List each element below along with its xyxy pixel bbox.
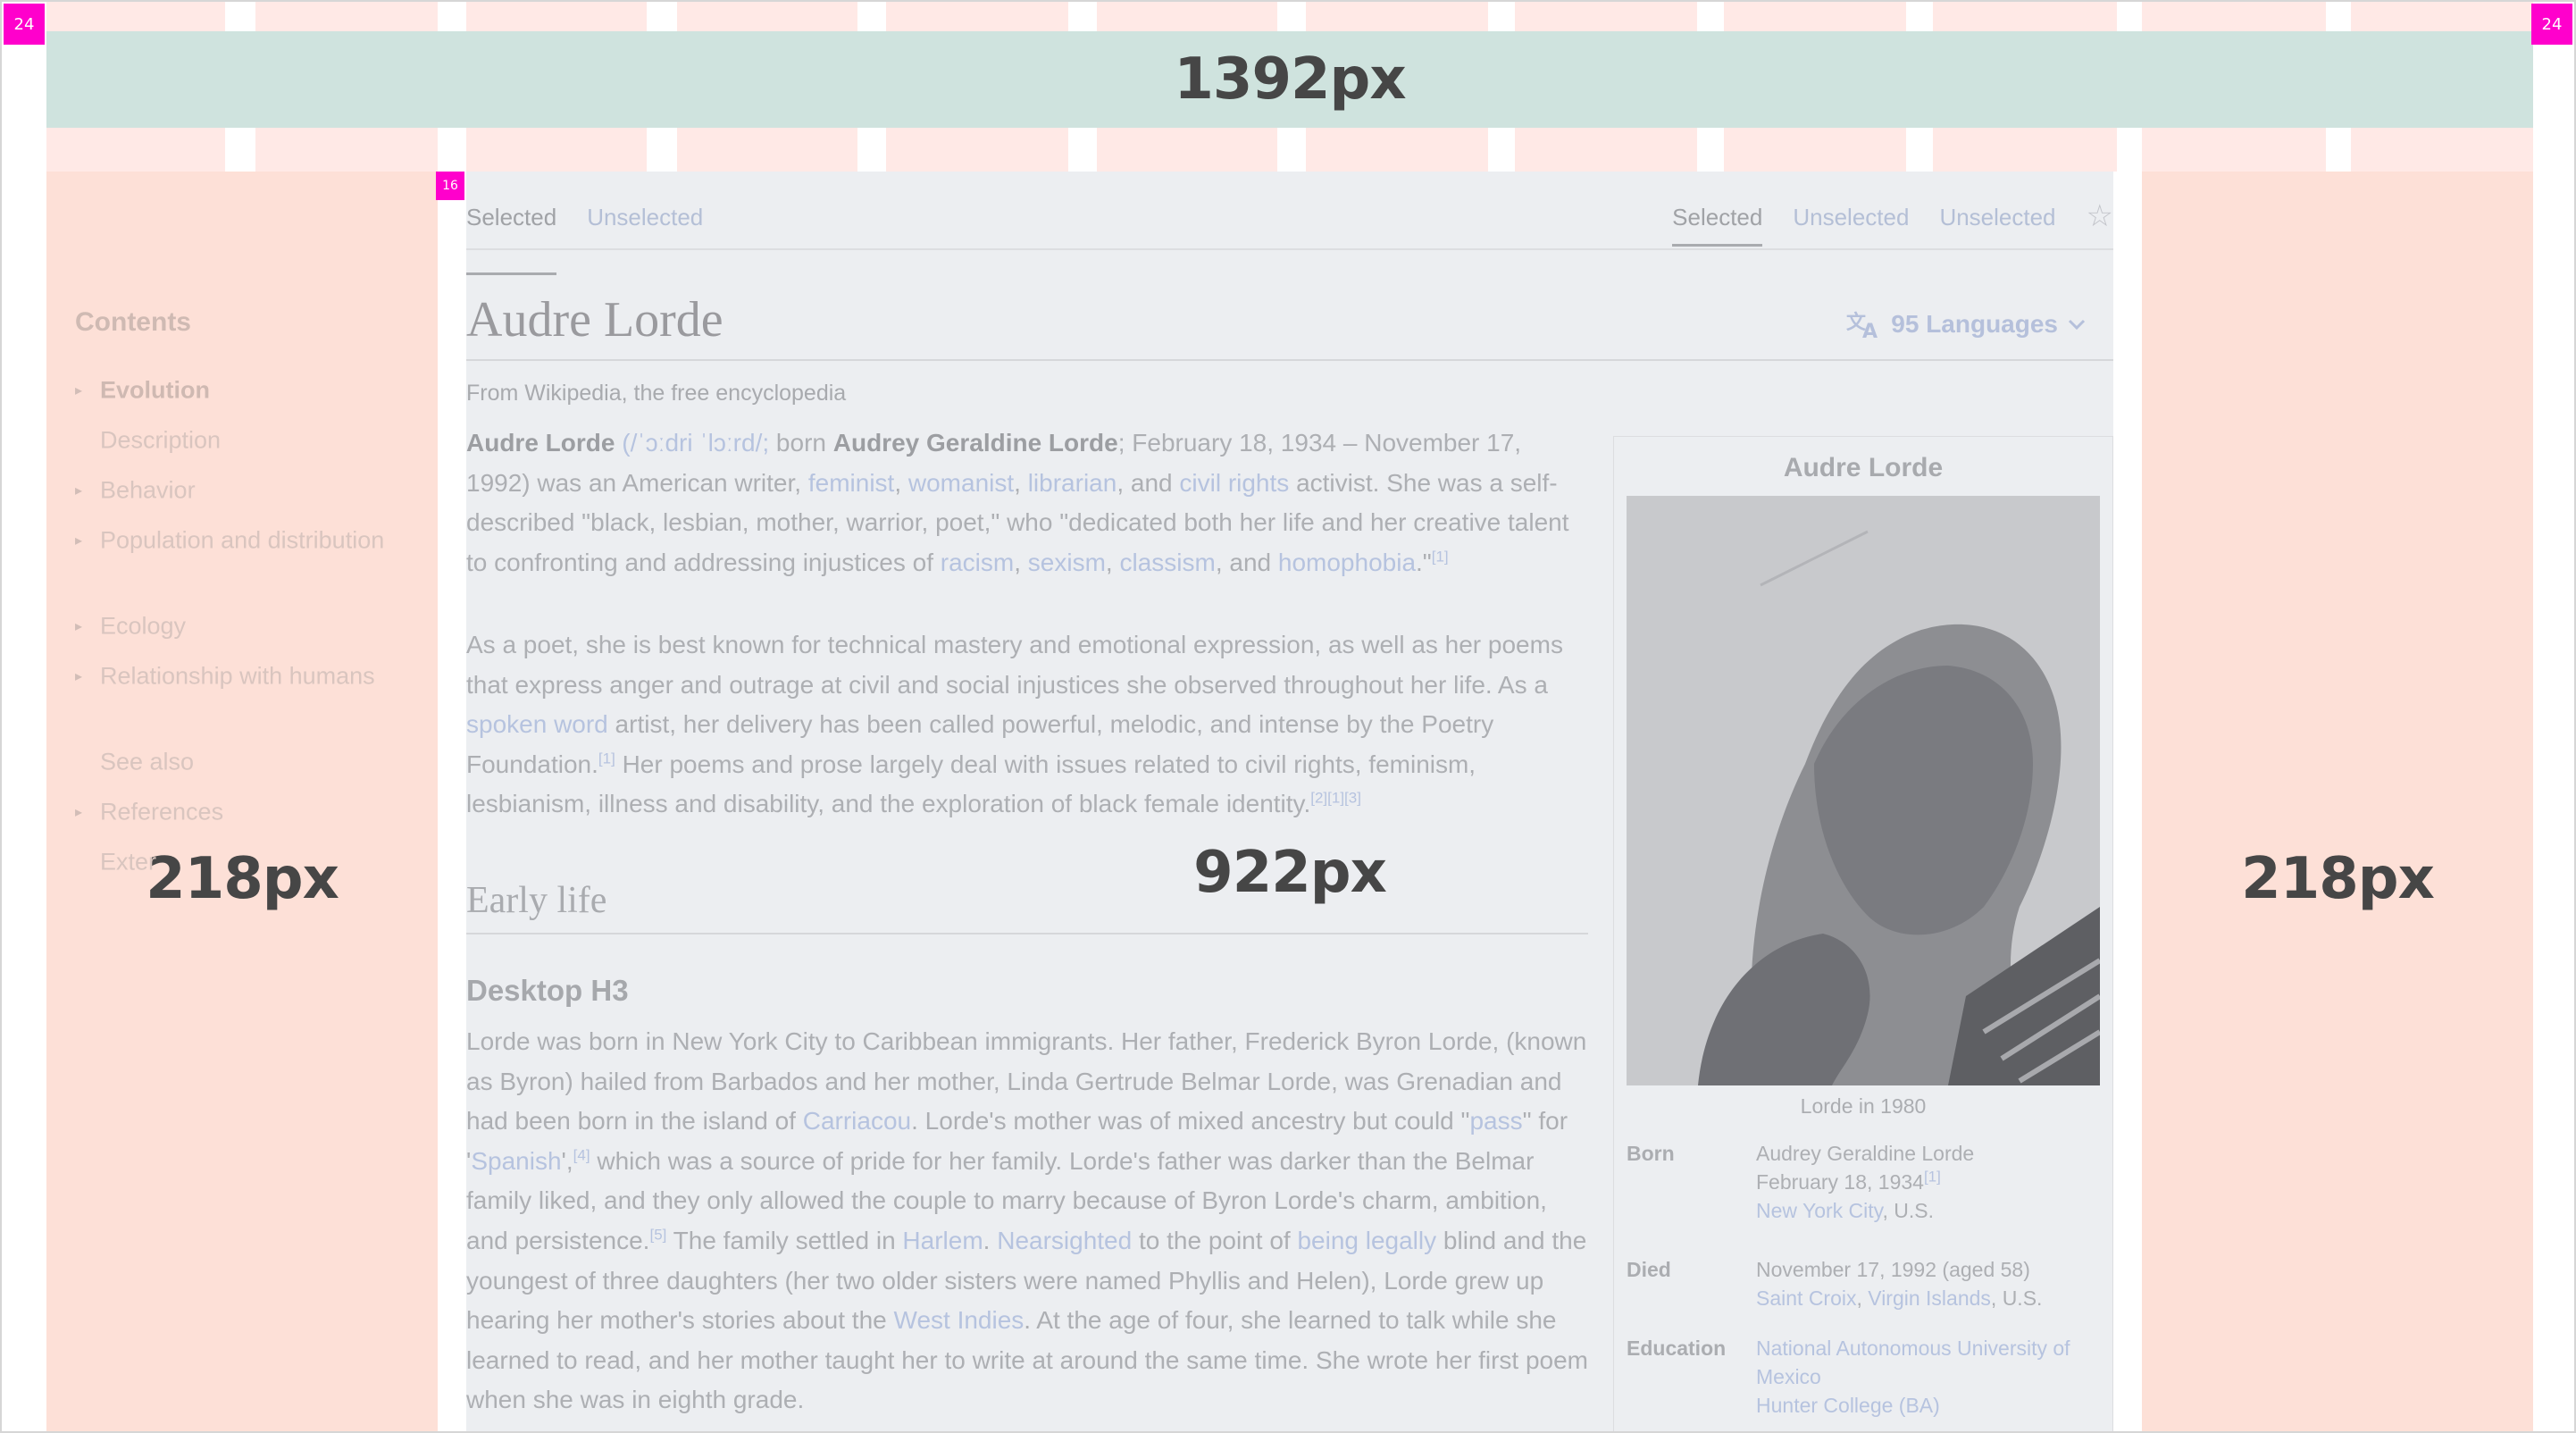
tab-unselected-right-2[interactable]: Unselected [1939,204,2055,244]
toc-title: Contents [75,307,191,337]
toc-item-references[interactable]: ▸ References [75,797,223,825]
tab-selected-right[interactable]: Selected [1672,204,1763,247]
lead-paragraph-2: As a poet, she is best known for technic… [466,631,1563,818]
content-width-label: 1392px [1174,46,1406,113]
main-column: Selected Unselected Selected Unselected … [466,172,2113,1431]
toc-item-evolution[interactable]: ▸ Evolution [75,375,210,404]
tagline: From Wikipedia, the free encyclopedia [466,381,847,406]
link-pass[interactable]: pass [1469,1107,1522,1135]
reference-link[interactable]: [5] [649,1227,666,1244]
link-carriacou[interactable]: Carriacou [803,1107,911,1135]
infobox-row-born: Born Audrey Geraldine Lorde February 18,… [1627,1139,2100,1228]
chevron-right-icon[interactable]: ▸ [75,667,100,685]
link-unam[interactable]: National Autonomous University of Mexico [1756,1334,2100,1391]
infobox-row-died: Died November 17, 1992 (aged 58) Saint C… [1627,1255,2100,1318]
died-label: Died [1627,1258,1671,1281]
ipa-link[interactable]: (/ˈɔːdri ˈlɔːrd/; [622,429,769,457]
content-width-bar: 1392px [46,31,2533,128]
reference-link[interactable]: [4] [573,1146,590,1163]
link-womanist[interactable]: womanist [908,469,1014,497]
section-divider [466,933,1588,934]
view-tabs: Selected Unselected Unselected ☆ [1672,199,2113,275]
toc-item-see-also[interactable]: See also [75,747,194,775]
chevron-down-icon [2068,319,2086,331]
tabs-divider [466,248,2113,250]
chevron-right-icon[interactable]: ▸ [75,617,100,635]
translate-icon: 文A [1846,311,1878,339]
link-librarian[interactable]: librarian [1028,469,1117,497]
margin-marker-left: 24 [4,4,45,45]
reference-link[interactable]: [1] [598,750,615,767]
tab-unselected-right-1[interactable]: Unselected [1793,204,1909,244]
page-title: Audre Lorde [466,292,723,348]
chevron-right-icon[interactable]: ▸ [75,482,100,499]
chevron-right-icon[interactable]: ▸ [75,532,100,549]
toc-item-description[interactable]: Description [75,425,221,454]
reference-link[interactable]: [1] [1924,1168,1941,1185]
reference-link[interactable]: [1] [1432,548,1449,565]
portrait-image [1627,496,2100,1085]
born-value: Audrey Geraldine Lorde February 18, 1934… [1756,1142,1975,1222]
svg-text:A: A [1862,321,1878,339]
main-column-label: 922px [1193,840,1387,906]
gutter-marker: 16 [436,172,464,200]
language-button[interactable]: 文A 95 Languages [1846,309,2087,339]
star-icon[interactable]: ☆ [2087,198,2113,234]
tab-selected-left[interactable]: Selected [466,204,557,275]
margin-marker-right: 24 [2531,4,2572,45]
link-feminist[interactable]: feminist [808,469,894,497]
link-civil-rights[interactable]: civil rights [1179,469,1289,497]
chevron-right-icon[interactable]: ▸ [75,381,100,399]
tab-unselected-left[interactable]: Unselected [587,204,703,275]
link-classism[interactable]: classism [1119,549,1215,576]
subsection-heading: Desktop H3 [466,974,629,1007]
lead-paragraph-1: Audre Lorde (/ˈɔːdri ˈlɔːrd/; born Audre… [466,429,1569,576]
link-virgin-islands[interactable]: Virgin Islands [1868,1286,1991,1310]
link-sexism[interactable]: sexism [1028,549,1106,576]
education-value: National Autonomous University of Mexico… [1756,1334,2100,1420]
infobox: Audre Lorde Lorde in 1980 Born Audrey Ge… [1613,436,2113,1431]
toc-item-relationship[interactable]: ▸ Relationship with humans [75,661,375,690]
title-divider [466,359,2113,361]
right-column-overlay: 218px [2142,172,2533,1431]
toc-item-external[interactable]: Exter [75,847,156,876]
link-racism[interactable]: racism [941,549,1014,576]
portrait-photo[interactable] [1627,496,2100,1085]
link-nearsighted[interactable]: Nearsighted [997,1227,1132,1254]
layout-grid-frame: 1392px 24 24 218px Contents ▸ Evolution D… [0,0,2576,1433]
body-paragraph: Lorde was born in New York City to Carib… [466,1027,1589,1414]
namespace-tabs: Selected Unselected [466,204,703,275]
link-harlem[interactable]: Harlem [902,1227,983,1254]
link-spoken-word[interactable]: spoken word [466,710,608,738]
toc-item-behavior[interactable]: ▸ Behavior [75,475,196,504]
language-count: 95 Languages [1891,310,2058,338]
died-value: November 17, 1992 (aged 58) Saint Croix,… [1756,1258,2043,1310]
toc-item-ecology[interactable]: ▸ Ecology [75,611,186,640]
education-label: Education [1627,1337,1727,1360]
link-hunter-college[interactable]: Hunter College (BA) [1756,1391,2100,1420]
infobox-title: Audre Lorde [1783,453,1944,482]
link-spanish[interactable]: Spanish [471,1147,561,1175]
chevron-right-icon[interactable]: ▸ [75,803,100,821]
link-saint-croix[interactable]: Saint Croix [1756,1286,1856,1310]
infobox-row-education: Education National Autonomous University… [1627,1334,2100,1431]
toc-item-population[interactable]: ▸ Population and distribution [75,525,384,554]
right-column-label: 218px [2241,846,2435,912]
reference-link[interactable]: [2][1][3] [1310,790,1361,807]
link-homophobia[interactable]: homophobia [1278,549,1416,576]
link-being-legally[interactable]: being legally [1297,1227,1436,1254]
link-new-york-city[interactable]: New York City [1756,1199,1882,1222]
link-west-indies[interactable]: West Indies [894,1306,1025,1334]
photo-caption: Lorde in 1980 [1800,1094,1927,1118]
born-label: Born [1627,1142,1675,1165]
